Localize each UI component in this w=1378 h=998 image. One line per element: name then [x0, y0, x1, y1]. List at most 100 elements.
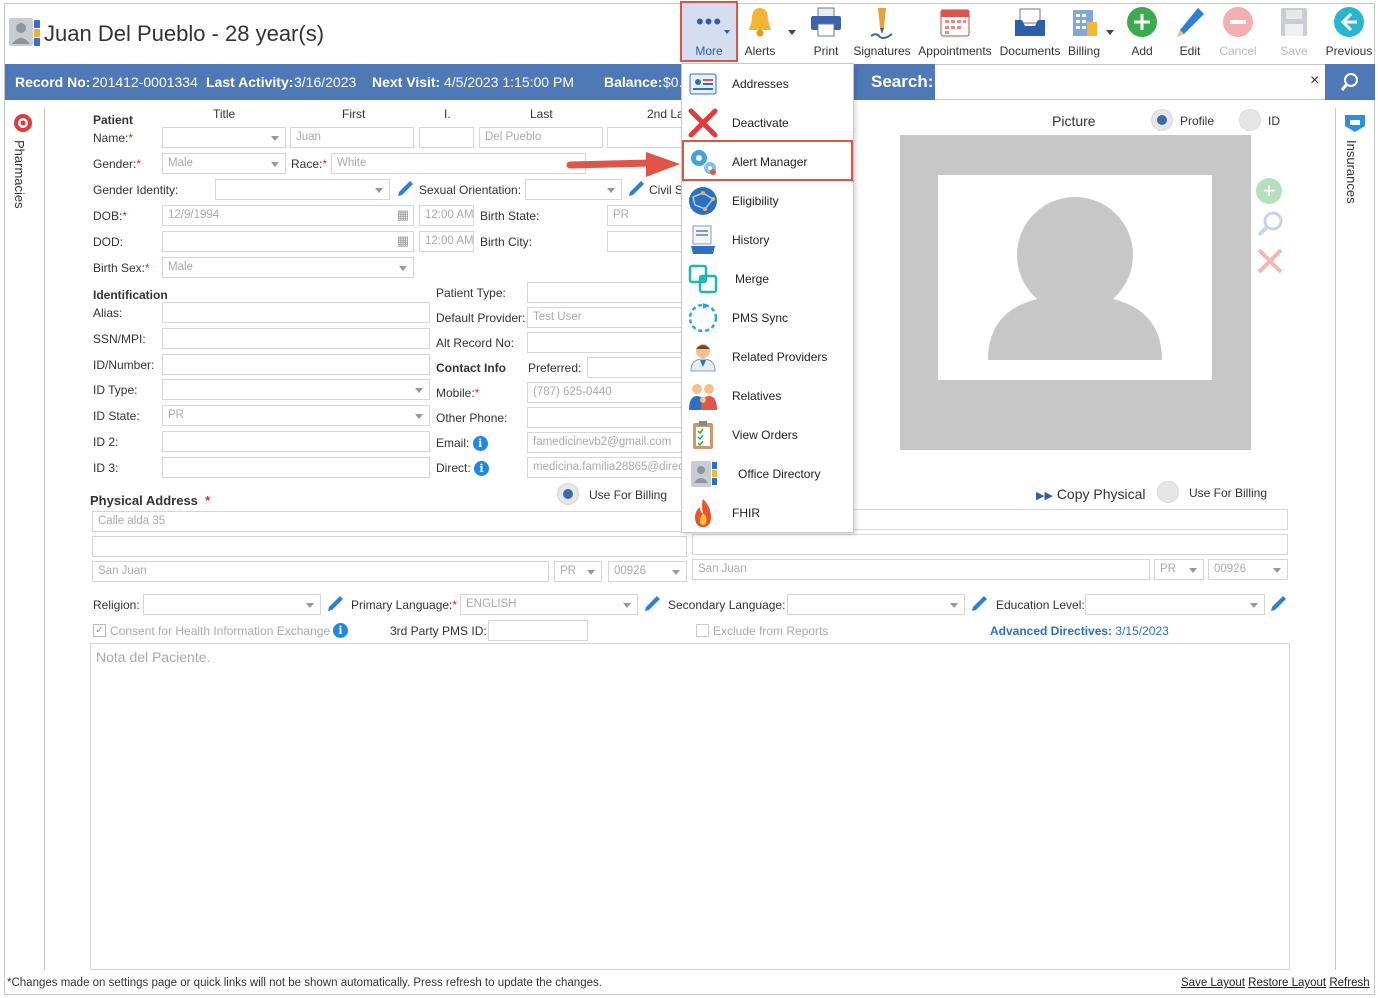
alerts-button[interactable]: Alerts [738, 4, 782, 60]
menu-item-view-orders[interactable]: View Orders [683, 415, 853, 454]
primary-language-select[interactable]: ENGLISH [460, 594, 638, 615]
billing-city-input[interactable]: San Juan [692, 559, 1150, 580]
patient-type-input[interactable] [527, 282, 683, 303]
city-input[interactable]: San Juan [92, 561, 549, 582]
mobile-input[interactable]: (787) 625-0440 [527, 382, 683, 403]
id2-input[interactable] [162, 431, 430, 452]
billing-address-line2-input[interactable] [692, 534, 1288, 555]
gender-identity-select[interactable] [215, 179, 390, 200]
pms-id-input[interactable] [488, 620, 588, 641]
previous-button[interactable]: Previous [1324, 4, 1374, 60]
copy-physical-button[interactable]: ▶▶ Copy Physical [1036, 486, 1146, 502]
appointments-button[interactable]: Appointments [916, 4, 994, 60]
menu-item-related-providers[interactable]: Related Providers [683, 337, 853, 376]
birth-state-input[interactable]: PR [607, 205, 683, 226]
insurances-tab[interactable]: Insurances [1342, 112, 1370, 222]
preferred-input[interactable] [587, 357, 683, 378]
documents-button[interactable]: Documents [998, 4, 1062, 60]
clear-search-button[interactable]: × [1310, 72, 1319, 90]
ssn-input[interactable] [162, 328, 430, 349]
pencil-icon[interactable] [627, 180, 645, 198]
email-input[interactable]: famedicinevb2@gmail.com [527, 432, 683, 453]
sexual-orientation-select[interactable] [525, 179, 622, 200]
dob-date-input[interactable]: 12/9/1994 [162, 205, 414, 226]
info-icon[interactable]: i [333, 623, 348, 638]
signatures-button[interactable]: Signatures [852, 4, 912, 60]
gender-select[interactable]: Male [162, 153, 286, 174]
menu-item-office-directory[interactable]: Office Directory [683, 454, 853, 493]
restore-layout-link[interactable]: Restore Layout [1248, 977, 1326, 989]
education-level-select[interactable] [1085, 594, 1265, 615]
last-name-input[interactable]: Del Pueblo [479, 127, 603, 148]
birth-sex-select[interactable]: Male [162, 257, 414, 278]
alerts-dropdown-icon[interactable] [788, 30, 796, 35]
more-button[interactable]: ••• More [682, 4, 736, 60]
menu-item-eligibility[interactable]: Eligibility [683, 181, 853, 220]
info-icon[interactable]: i [472, 436, 488, 451]
menu-item-relatives[interactable]: Relatives [683, 376, 853, 415]
menu-item-addresses[interactable]: Addresses [683, 64, 853, 103]
search-button[interactable] [1325, 64, 1375, 100]
use-for-billing-radio-2[interactable] [1157, 481, 1179, 503]
billing-button[interactable]: Billing [1062, 4, 1106, 60]
use-for-billing-radio[interactable] [557, 483, 579, 505]
zoom-photo-icon[interactable] [1256, 210, 1284, 238]
billing-state-select[interactable]: PR [1154, 559, 1204, 580]
first-name-input[interactable]: Juan [290, 127, 414, 148]
secondary-language-select[interactable] [787, 594, 965, 615]
exclude-checkbox[interactable] [696, 624, 709, 637]
pencil-icon[interactable] [326, 595, 344, 613]
profile-radio[interactable] [1151, 109, 1173, 131]
menu-item-alert-manager[interactable]: Alert Manager [683, 142, 853, 181]
consent-checkbox[interactable]: ✓ [93, 624, 106, 637]
id-state-select[interactable]: PR [162, 405, 430, 426]
id-radio[interactable] [1239, 109, 1261, 131]
race-input[interactable]: White [331, 153, 586, 174]
pencil-icon[interactable] [396, 180, 414, 198]
save-button[interactable]: Save [1272, 4, 1316, 60]
default-provider-input[interactable]: Test User [527, 307, 683, 328]
add-button[interactable]: Add [1122, 4, 1162, 60]
refresh-link[interactable]: Refresh [1329, 977, 1369, 989]
billing-zip-select[interactable]: 00926 [1208, 559, 1288, 580]
menu-item-history[interactable]: History [683, 220, 853, 259]
menu-item-deactivate[interactable]: Deactivate [683, 103, 853, 142]
pencil-icon[interactable] [970, 595, 988, 613]
info-icon[interactable]: i [474, 461, 490, 476]
other-phone-input[interactable] [527, 407, 683, 428]
id-number-input[interactable] [162, 354, 430, 375]
alt-record-input[interactable] [527, 332, 683, 353]
initial-input[interactable] [419, 127, 474, 148]
id3-input[interactable] [162, 457, 430, 478]
direct-input[interactable]: medicina.familia28865@direc [527, 457, 683, 478]
advanced-directives-link[interactable]: Advanced Directives: 3/15/2023 [990, 624, 1169, 638]
delete-photo-icon[interactable] [1256, 247, 1284, 275]
zip-select[interactable]: 00926 [608, 561, 687, 582]
menu-item-merge[interactable]: Merge [683, 259, 853, 298]
pencil-icon[interactable] [1269, 595, 1287, 613]
menu-item-pms-sync[interactable]: PMS Sync [683, 298, 853, 337]
menu-item-fhir[interactable]: FHIR [683, 493, 853, 532]
billing-dropdown-icon[interactable] [1106, 30, 1114, 35]
dod-date-input[interactable] [162, 231, 414, 252]
pencil-icon[interactable] [643, 595, 661, 613]
save-layout-link[interactable]: Save Layout [1181, 977, 1245, 989]
edit-button[interactable]: Edit [1168, 4, 1212, 60]
title-select[interactable] [162, 127, 286, 148]
pharmacies-tab[interactable]: Pharmacies [10, 112, 38, 222]
add-photo-icon[interactable]: + [1256, 178, 1282, 204]
print-button[interactable]: Print [804, 4, 848, 60]
alias-input[interactable] [162, 302, 430, 323]
religion-select[interactable] [143, 594, 321, 615]
address-line1-input[interactable]: Calle alda 35 [92, 511, 687, 532]
second-last-name-input[interactable] [607, 127, 683, 148]
dob-time-input[interactable]: 12:00 AM [419, 205, 474, 226]
dod-time-input[interactable]: 12:00 AM [419, 231, 474, 252]
state-select[interactable]: PR [554, 561, 602, 582]
cancel-button[interactable]: Cancel [1214, 4, 1262, 60]
address-line2-input[interactable] [92, 536, 687, 557]
patient-note-textarea[interactable]: Nota del Paciente. [90, 643, 1290, 970]
search-input[interactable] [935, 64, 1325, 100]
id-type-select[interactable] [162, 379, 430, 400]
birth-city-input[interactable] [607, 231, 683, 252]
